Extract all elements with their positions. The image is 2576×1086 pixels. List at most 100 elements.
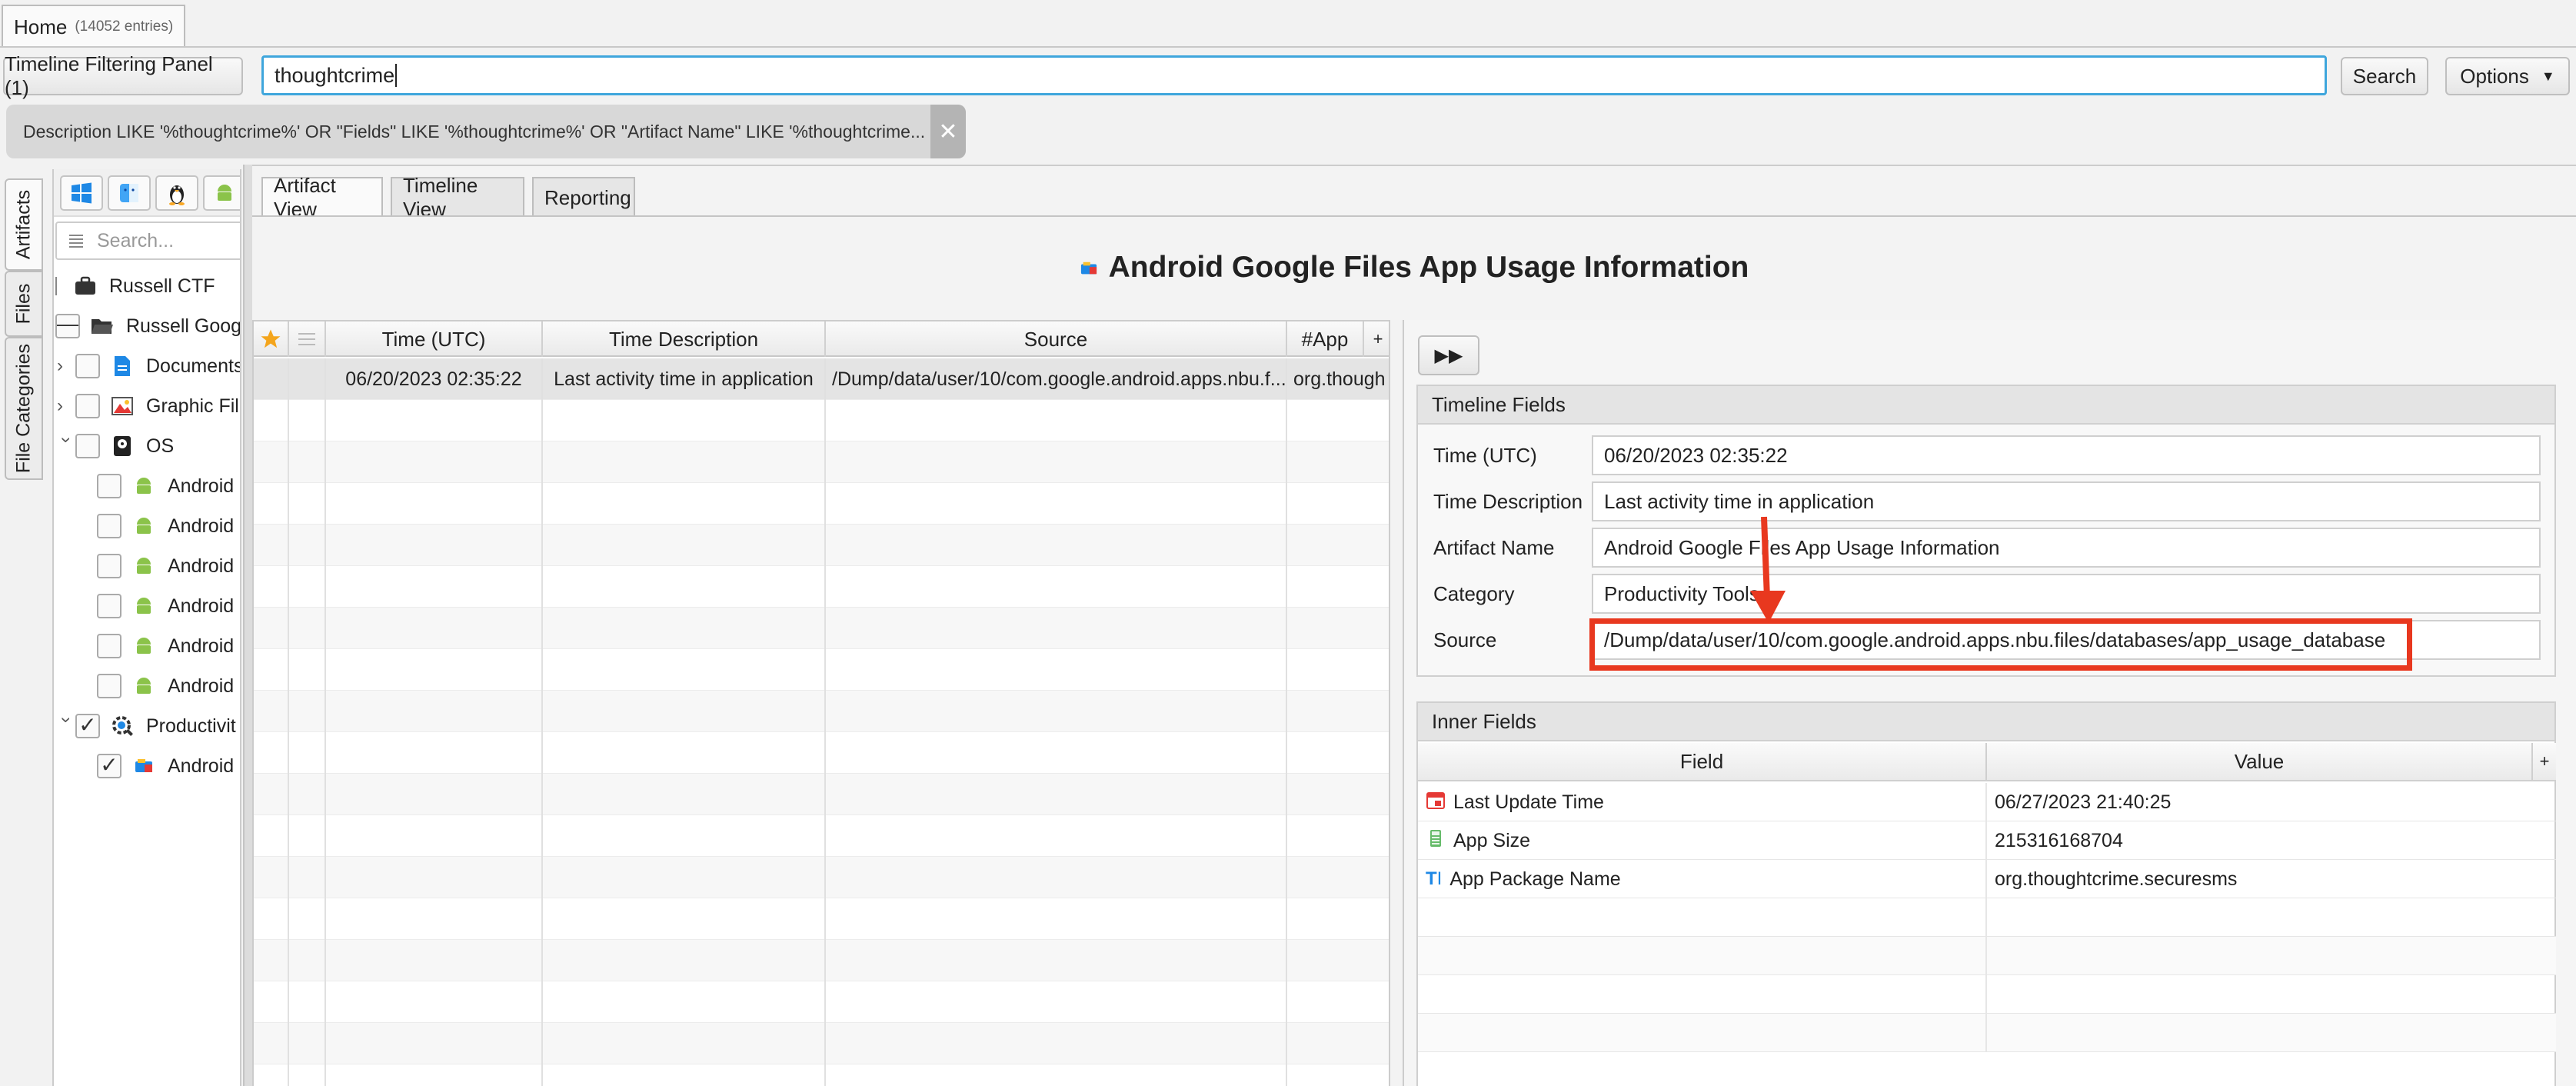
collapse-box-icon[interactable]: — <box>55 313 80 338</box>
empty-table-row <box>254 691 1389 732</box>
empty-cell <box>326 1064 543 1086</box>
empty-cell <box>254 483 289 525</box>
tree-node-android-files[interactable]: ✓ Android <box>97 746 234 786</box>
tree-node-case[interactable]: Russell CTF <box>55 266 215 306</box>
tree-search-placeholder: Search... <box>97 229 175 252</box>
tree-node-android[interactable]: Android <box>97 626 234 666</box>
android-icon <box>131 633 157 659</box>
macos-filter-button[interactable] <box>108 175 151 211</box>
text-caret <box>395 64 398 87</box>
tab-artifact-view[interactable]: Artifact View <box>261 174 383 221</box>
star-cell[interactable] <box>254 358 289 400</box>
chevron-right-icon[interactable]: › <box>57 395 75 417</box>
android-icon <box>131 593 157 619</box>
field-value-time[interactable]: 06/20/2023 02:35:22 <box>1592 435 2541 475</box>
tree-node-documents[interactable]: › Documents <box>57 346 240 386</box>
panel-splitter[interactable] <box>243 165 252 1086</box>
empty-cell <box>1287 857 1389 898</box>
column-header-field[interactable]: Field <box>1418 743 1987 781</box>
linux-filter-button[interactable] <box>155 175 198 211</box>
options-button[interactable]: Options ▼ <box>2445 57 2570 95</box>
empty-cell <box>326 732 543 774</box>
field-value-artifact-name[interactable]: Android Google Files App Usage Informati… <box>1592 528 2541 568</box>
chevron-right-icon[interactable]: › <box>57 355 75 377</box>
search-button[interactable]: Search <box>2341 57 2428 95</box>
add-column-icon[interactable]: + <box>2533 743 2556 781</box>
empty-cell <box>289 441 326 483</box>
field-value-time-description[interactable]: Last activity time in application <box>1592 481 2541 521</box>
search-input[interactable]: thoughtcrime <box>261 55 2327 95</box>
checkbox[interactable] <box>75 394 100 418</box>
star-icon[interactable] <box>254 321 289 357</box>
inner-fields-title: Inner Fields <box>1418 703 2554 741</box>
empty-cell <box>1287 691 1389 732</box>
empty-cell <box>326 981 543 1023</box>
tree-node-label: Graphic Fil <box>146 395 239 417</box>
checkbox[interactable] <box>97 634 121 658</box>
chevron-down-icon[interactable]: › <box>55 437 77 455</box>
checkbox[interactable] <box>97 594 121 618</box>
menu-icon[interactable] <box>289 321 326 357</box>
checkbox[interactable] <box>97 674 121 698</box>
table-row[interactable]: App Size 215316168704 <box>1418 821 2556 860</box>
windows-filter-button[interactable] <box>60 175 103 211</box>
checkbox-checked[interactable]: ✓ <box>75 714 100 738</box>
timeline-filtering-panel-button[interactable]: Timeline Filtering Panel (1) <box>3 52 243 99</box>
empty-cell <box>1287 1064 1389 1086</box>
checkbox[interactable] <box>97 474 121 498</box>
checkbox-checked[interactable]: ✓ <box>97 754 121 778</box>
empty-cell <box>254 400 289 441</box>
checkbox[interactable] <box>75 354 100 378</box>
calculator-icon <box>1426 828 1446 854</box>
artifact-table: Time (UTC) Time Description Source #App … <box>252 320 1390 1086</box>
tree-node-android[interactable]: Android <box>97 666 234 706</box>
empty-cell <box>289 1023 326 1064</box>
tree-node-android[interactable]: Android <box>97 586 234 626</box>
empty-cell <box>826 441 1287 483</box>
cell-time-description: Last activity time in application <box>543 358 826 400</box>
tab-timeline-view[interactable]: Timeline View <box>391 174 524 221</box>
filter-chip[interactable]: Description LIKE '%thoughtcrime%' OR "Fi… <box>6 105 966 158</box>
column-header-time-description[interactable]: Time Description <box>543 321 826 357</box>
empty-table-row <box>254 608 1389 649</box>
tab-artifacts[interactable]: Artifacts <box>5 178 43 271</box>
empty-cell <box>826 691 1287 732</box>
close-icon[interactable]: ✕ <box>930 105 966 158</box>
cell-source: /Dump/data/user/10/com.google.android.ap… <box>826 358 1287 400</box>
empty-table-row <box>254 1064 1389 1086</box>
inner-field-name: Last Update Time <box>1453 791 1604 813</box>
fast-forward-button[interactable]: ▶▶ <box>1418 335 1479 375</box>
tree-node-android[interactable]: Android <box>97 466 234 506</box>
tab-file-categories[interactable]: File Categories <box>5 337 43 480</box>
inner-field-name: App Size <box>1453 829 1531 851</box>
checkbox[interactable] <box>75 434 100 458</box>
tree-node-image[interactable]: — Russell Goog <box>55 306 240 346</box>
table-row[interactable]: Last Update Time 06/27/2023 21:40:25 <box>1418 783 2556 821</box>
column-header-source[interactable]: Source <box>826 321 1287 357</box>
empty-table-row <box>254 774 1389 815</box>
chevron-down-icon[interactable]: › <box>55 717 77 735</box>
column-header-app[interactable]: #App <box>1287 321 1364 357</box>
android-filter-button[interactable] <box>203 175 240 211</box>
empty-table-row <box>254 649 1389 691</box>
checkbox[interactable] <box>97 554 121 578</box>
tree-node-productivity[interactable]: › ✓ Productivit <box>55 706 236 746</box>
home-tab[interactable]: Home (14052 entries) <box>2 5 186 48</box>
table-row <box>1418 1014 2556 1052</box>
tree-node-graphic-files[interactable]: › Graphic Fil <box>57 386 239 426</box>
column-header-value[interactable]: Value <box>1987 743 2533 781</box>
empty-cell <box>254 649 289 691</box>
field-value-category[interactable]: Productivity Tools <box>1592 574 2541 614</box>
add-column-icon[interactable]: + <box>1364 321 1389 357</box>
tree-node-android[interactable]: Android <box>97 506 234 546</box>
checkbox[interactable] <box>97 514 121 538</box>
tab-files[interactable]: Files <box>5 271 43 337</box>
tree-search-input[interactable]: Search... <box>55 222 240 260</box>
empty-cell <box>254 815 289 857</box>
table-row[interactable]: 06/20/2023 02:35:22 Last activity time i… <box>254 358 1389 400</box>
tree-node-os[interactable]: › OS <box>55 426 174 466</box>
table-row[interactable]: TI App Package Name org.thoughtcrime.sec… <box>1418 860 2556 898</box>
tree-node-android[interactable]: Android <box>97 546 234 586</box>
column-header-time[interactable]: Time (UTC) <box>326 321 543 357</box>
tab-reporting[interactable]: Reporting <box>532 177 635 217</box>
